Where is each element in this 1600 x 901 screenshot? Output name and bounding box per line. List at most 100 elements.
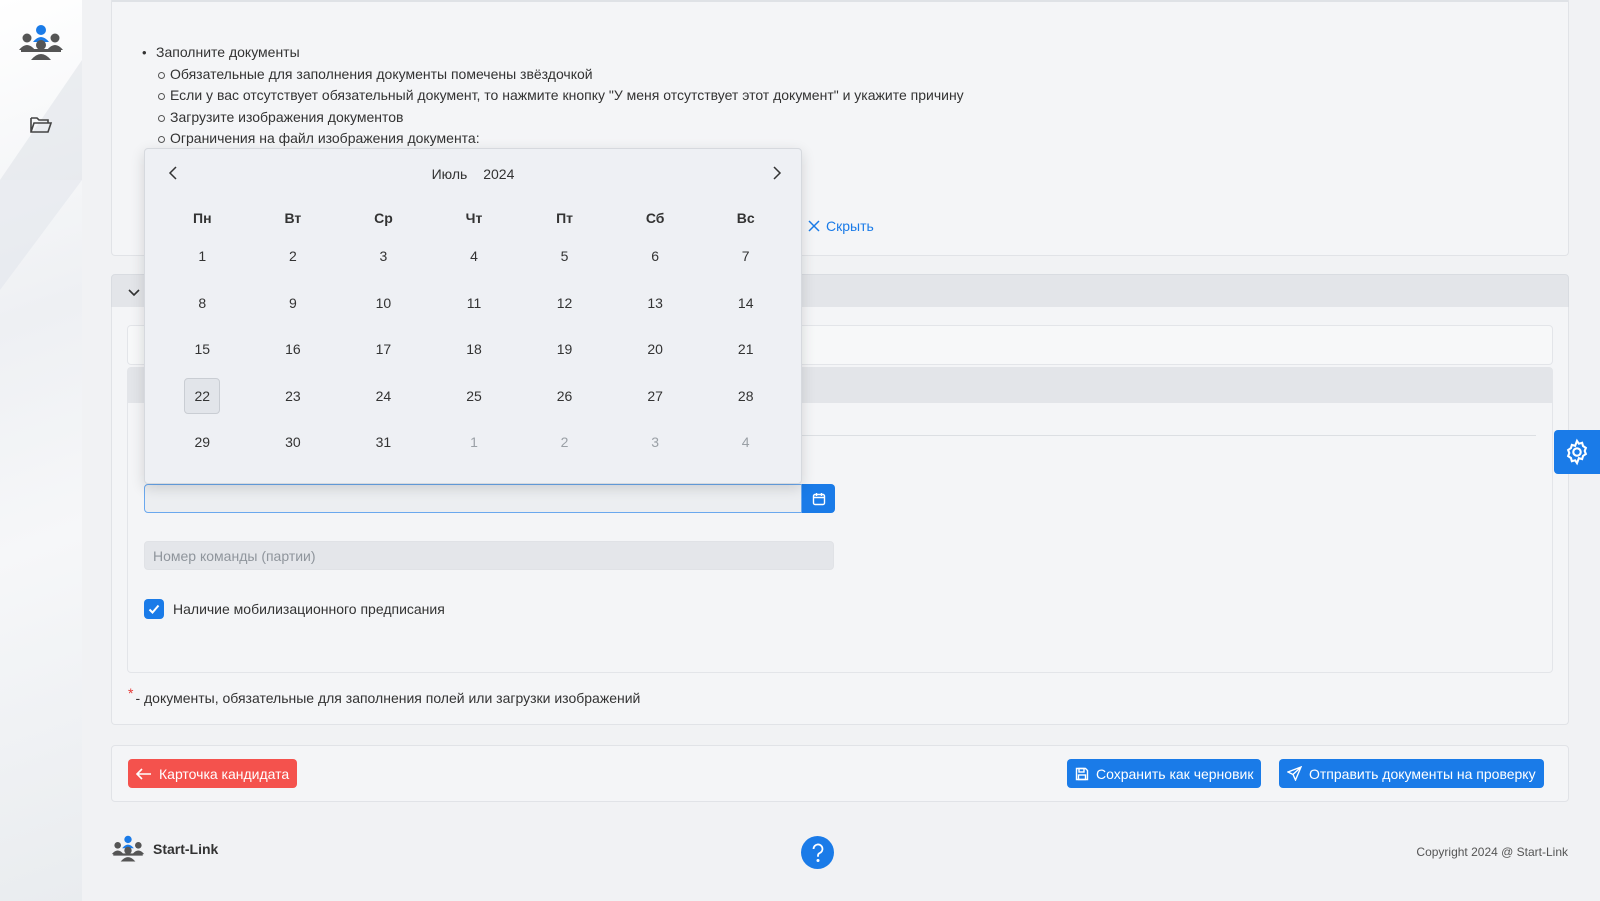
calendar-day[interactable]: 12 [519,280,610,327]
weekday-header: Пн Вт Ср Чт Пт Сб Вс [157,210,791,226]
copyright-text: Copyright 2024 @ Start-Link [1416,845,1568,859]
calendar-day[interactable]: 20 [610,326,701,373]
chevron-right-icon [773,166,782,180]
calendar-day[interactable]: 1 [429,419,520,466]
footer-brand-name: Start-Link [153,841,219,857]
hide-label: Скрыть [826,218,874,234]
calendar-button[interactable] [802,484,835,513]
weekday-label: Сб [645,210,665,226]
calendar-day-number: 4 [741,434,750,451]
calendar-day[interactable]: 8 [157,280,248,327]
calendar-day[interactable]: 11 [429,280,520,327]
calendar-day[interactable]: 30 [248,419,339,466]
save-draft-button[interactable]: Сохранить как черновик [1067,759,1262,788]
year-select[interactable]: 2024 [483,166,514,182]
calendar-day[interactable]: 16 [248,326,339,373]
calendar-day-number: 30 [285,434,301,451]
calendar-day[interactable]: 4 [700,419,791,466]
calendar-day-number: 6 [651,248,660,265]
date-picker-popup: Июль 2024 Пн Вт Ср Чт Пт Сб Вс 1 2 3 4 5 6 7 8 9 10 11 12… [144,148,802,484]
calendar-day[interactable]: 3 [338,233,429,280]
calendar-day[interactable]: 31 [338,419,429,466]
chevron-down-icon[interactable] [126,284,142,300]
mobilization-checkbox[interactable] [144,599,164,619]
mobilization-checkbox-row[interactable]: Наличие мобилизационного предписания [144,599,445,619]
calendar-day[interactable]: 3 [610,419,701,466]
team-number-input[interactable] [144,541,834,570]
weekday-label: Пн [193,210,212,226]
calendar-day[interactable]: 29 [157,419,248,466]
calendar-day[interactable]: 27 [610,373,701,420]
instruction-item: Ограничения на файл изображения документ… [142,128,964,150]
weekday-label: Пт [556,210,574,226]
team-logo-icon[interactable] [18,24,64,62]
calendar-icon [812,492,825,505]
calendar-day[interactable]: 25 [429,373,520,420]
calendar-day-number: 1 [198,248,207,265]
calendar-day[interactable]: 5 [519,233,610,280]
calendar-day-number: 23 [285,387,301,404]
calendar-day-number: 16 [285,341,301,358]
instruction-item: Загрузите изображения документов [142,107,964,129]
calendar-day[interactable]: 2 [248,233,339,280]
calendar-day[interactable]: 21 [700,326,791,373]
calendar-day-number: 4 [470,248,478,265]
question-icon [812,843,823,862]
calendar-day-today[interactable]: 22 [157,373,248,420]
date-input[interactable] [144,484,802,513]
calendar-day-number: 24 [375,387,392,404]
calendar-day[interactable]: 4 [429,233,520,280]
calendar-days: 1 2 3 4 5 6 7 8 9 10 11 12 13 14 15 16 17 18 19 20 21 22 23 24 2… [157,233,791,466]
calendar-day[interactable]: 23 [248,373,339,420]
calendar-day[interactable]: 26 [519,373,610,420]
weekday-label: Вт [284,210,302,226]
calendar-day-number: 19 [556,341,573,358]
back-to-candidate-button[interactable]: Карточка кандидата [128,759,298,788]
calendar-day[interactable]: 14 [700,280,791,327]
month-year-title: Июль 2024 [145,166,801,182]
gear-icon [1566,438,1588,466]
help-button[interactable] [801,836,834,869]
calendar-day-number: 22 [184,377,221,414]
calendar-day[interactable]: 10 [338,280,429,327]
calendar-day[interactable]: 7 [700,233,791,280]
folder-open-icon[interactable] [29,114,53,136]
calendar-day-number: 9 [288,294,297,311]
arrow-left-icon [136,767,151,780]
footer-brand[interactable]: Start-Link [111,835,218,863]
calendar-day[interactable]: 17 [338,326,429,373]
calendar-day-number: 27 [647,387,663,404]
calendar-day[interactable]: 9 [248,280,339,327]
calendar-day-number: 3 [379,248,388,265]
calendar-day[interactable]: 1 [157,233,248,280]
calendar-day[interactable]: 19 [519,326,610,373]
calendar-day[interactable]: 28 [700,373,791,420]
hide-instructions-link[interactable]: Скрыть [808,218,874,234]
check-icon [148,604,160,614]
calendar-day-number: 28 [737,387,754,404]
calendar-day[interactable]: 6 [610,233,701,280]
calendar-day[interactable]: 15 [157,326,248,373]
calendar-day[interactable]: 13 [610,280,701,327]
calendar-day-number: 31 [375,434,392,451]
back-button-label: Карточка кандидата [159,765,290,782]
calendar-day-number: 15 [194,341,211,358]
month-select[interactable]: Июль [432,166,468,182]
calendar-day-number: 29 [194,434,211,451]
sidebar-decoration [0,180,82,290]
calendar-day-number: 8 [198,294,207,311]
calendar-day[interactable]: 18 [429,326,520,373]
calendar-day-number: 1 [470,434,478,451]
calendar-day[interactable]: 2 [519,419,610,466]
calendar-day-number: 20 [647,341,663,358]
calendar-day[interactable]: 24 [338,373,429,420]
calendar-day-number: 18 [466,341,482,358]
submit-documents-button[interactable]: Отправить документы на проверку [1279,759,1544,788]
instruction-item: Обязательные для заполнения документы по… [142,64,964,86]
next-month-button[interactable] [767,163,787,183]
save-draft-label: Сохранить как черновик [1096,765,1254,782]
calendar-day-number: 5 [560,248,569,265]
weekday-label: Вс [736,210,755,226]
close-icon [808,220,820,232]
settings-button[interactable] [1554,430,1600,474]
